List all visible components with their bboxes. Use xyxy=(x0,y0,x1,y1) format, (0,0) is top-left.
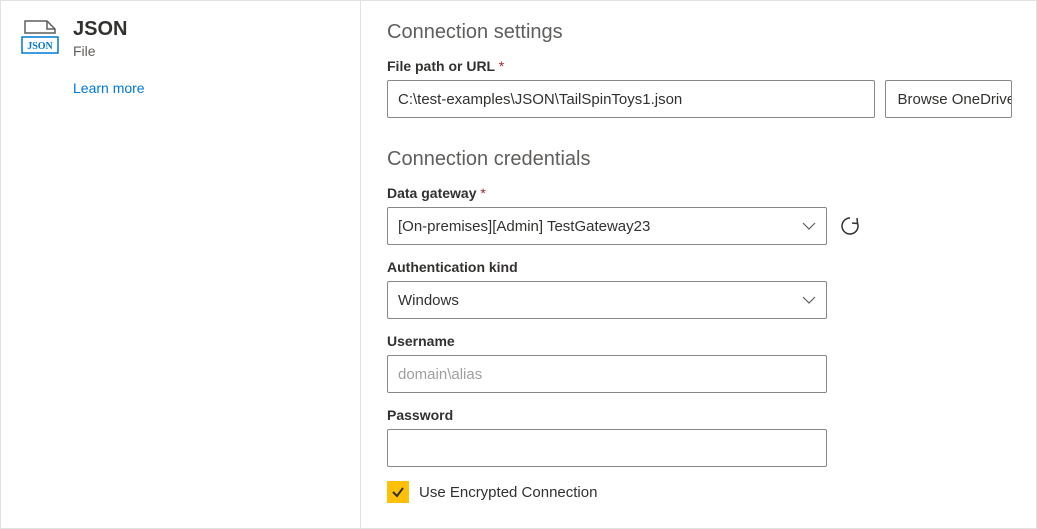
chevron-down-icon xyxy=(802,292,816,309)
connector-panel: JSON JSON File Learn more xyxy=(1,1,361,528)
settings-panel: Connection settings File path or URL * B… xyxy=(361,1,1036,528)
connector-subtitle: File xyxy=(73,43,127,59)
chevron-down-icon xyxy=(802,218,816,235)
file-path-input[interactable] xyxy=(387,80,875,118)
data-gateway-select[interactable]: [On-premises][Admin] TestGateway23 xyxy=(387,207,827,245)
encrypted-connection-checkbox[interactable] xyxy=(387,481,409,503)
username-label: Username xyxy=(387,333,1012,349)
data-gateway-label: Data gateway * xyxy=(387,185,1012,201)
auth-kind-select[interactable]: Windows xyxy=(387,281,827,319)
encrypted-connection-label: Use Encrypted Connection xyxy=(419,484,597,501)
username-input[interactable] xyxy=(387,355,827,393)
connector-title: JSON xyxy=(73,17,127,41)
password-label: Password xyxy=(387,407,1012,423)
learn-more-link[interactable]: Learn more xyxy=(73,80,340,96)
connection-credentials-heading: Connection credentials xyxy=(387,148,1012,171)
connection-settings-heading: Connection settings xyxy=(387,21,1012,44)
json-file-icon: JSON xyxy=(21,19,59,62)
svg-text:JSON: JSON xyxy=(27,41,53,52)
check-icon xyxy=(391,485,405,499)
file-path-label: File path or URL * xyxy=(387,58,1012,74)
refresh-gateway-button[interactable] xyxy=(837,213,863,239)
auth-kind-label: Authentication kind xyxy=(387,259,1012,275)
refresh-icon xyxy=(839,215,861,237)
browse-onedrive-button[interactable]: Browse OneDrive... xyxy=(885,80,1012,118)
password-input[interactable] xyxy=(387,429,827,467)
